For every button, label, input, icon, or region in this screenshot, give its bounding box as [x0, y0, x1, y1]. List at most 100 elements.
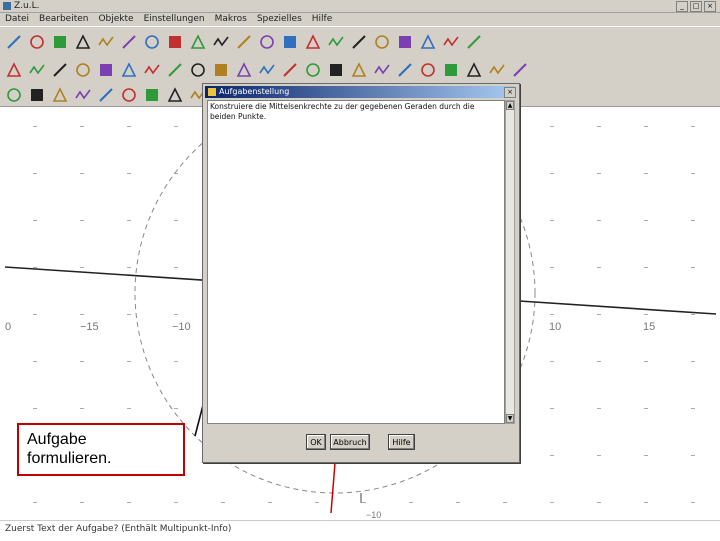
magic-icon[interactable] [418, 32, 438, 52]
open-file-icon[interactable] [27, 32, 47, 52]
parallel-icon[interactable] [165, 60, 185, 80]
quadrilateral-icon[interactable] [418, 60, 438, 80]
ok-button[interactable]: OK [306, 434, 326, 450]
grid-dot [644, 267, 648, 268]
minimize-button[interactable]: _ [676, 1, 688, 12]
triangle2-icon[interactable] [50, 85, 70, 105]
cancel-button[interactable]: Abbruch [330, 434, 370, 450]
dialog-scrollbar[interactable]: ▲ ▼ [505, 100, 515, 424]
dialog-close-button[interactable]: × [504, 87, 516, 98]
settings-icon[interactable] [510, 60, 530, 80]
menu-objekte[interactable]: Objekte [98, 13, 133, 26]
clipboard-icon[interactable] [234, 32, 254, 52]
palette-icon[interactable] [441, 32, 461, 52]
zoom-icon[interactable] [372, 32, 392, 52]
grid-dot [550, 314, 554, 315]
equation-icon[interactable] [395, 60, 415, 80]
line-tool-icon[interactable] [73, 85, 93, 105]
menu-einstellungen[interactable]: Einstellungen [144, 13, 205, 26]
polygon-fill-icon[interactable] [441, 60, 461, 80]
grid-dot [691, 220, 695, 221]
callout-box: Aufgabe formulieren. [17, 423, 185, 476]
undo-icon[interactable] [73, 32, 93, 52]
segment-icon[interactable] [27, 60, 47, 80]
triangle-icon[interactable] [27, 85, 47, 105]
paste-icon[interactable] [211, 32, 231, 52]
menu-bearbeiten[interactable]: Bearbeiten [39, 13, 88, 26]
grid-dot [503, 502, 507, 503]
intersection-icon[interactable] [188, 60, 208, 80]
app-icon [3, 2, 11, 10]
task-text-area[interactable]: Konstruiere die Mittelsenkrechte zu der … [207, 100, 505, 424]
color-fill-icon[interactable] [165, 32, 185, 52]
info-icon[interactable] [464, 32, 484, 52]
curve-icon[interactable] [349, 60, 369, 80]
scroll-up-icon[interactable]: ▲ [506, 101, 514, 110]
grid-dot [127, 361, 131, 362]
save-icon[interactable] [50, 32, 70, 52]
hatch-icon[interactable] [188, 32, 208, 52]
point-icon[interactable] [326, 32, 346, 52]
diagonal-icon[interactable] [96, 85, 116, 105]
circle-icon[interactable] [96, 60, 116, 80]
wrench-icon[interactable] [487, 60, 507, 80]
bezier-icon[interactable] [303, 60, 323, 80]
grid-dot [644, 220, 648, 221]
angle-icon[interactable] [395, 32, 415, 52]
grid-dot [268, 502, 272, 503]
circle-tool-icon[interactable] [165, 85, 185, 105]
red-axis-segment [330, 462, 336, 514]
grid-dot [33, 502, 37, 503]
grid-dot [33, 408, 37, 409]
grid-dot [550, 361, 554, 362]
circle3-icon[interactable] [119, 60, 139, 80]
scroll-down-icon[interactable]: ▼ [506, 414, 514, 423]
menu-makros[interactable]: Makros [215, 13, 247, 26]
grid-dot [691, 126, 695, 127]
arrows-icon[interactable] [280, 32, 300, 52]
new-file-icon[interactable] [4, 32, 24, 52]
status-bar: Zuerst Text der Aufgabe? (Enthält Multip… [0, 520, 720, 541]
grid-dot [80, 220, 84, 221]
line-style-icon[interactable] [349, 32, 369, 52]
help-button[interactable]: Hilfe [388, 434, 415, 450]
grid-dot [597, 408, 601, 409]
window-title: Z.u.L. [14, 1, 40, 11]
point-tool-icon[interactable] [4, 60, 24, 80]
grid-dot [127, 173, 131, 174]
menu-hilfe[interactable]: Hilfe [312, 13, 332, 26]
grid-dot [127, 267, 131, 268]
grid-dot [127, 126, 131, 127]
black-square-icon[interactable] [303, 32, 323, 52]
grid-dot [550, 267, 554, 268]
x-tick-label: 0 [5, 321, 11, 333]
grid-dot [550, 408, 554, 409]
grid-dot [33, 361, 37, 362]
text-icon[interactable] [464, 60, 484, 80]
x-icon[interactable] [142, 85, 162, 105]
grid-dot [691, 267, 695, 268]
menu-spezielles[interactable]: Spezielles [257, 13, 302, 26]
grid-dot [691, 455, 695, 456]
menu-datei[interactable]: Datei [5, 13, 29, 26]
function-icon[interactable] [257, 32, 277, 52]
perpendicular-icon[interactable] [211, 60, 231, 80]
polygon-icon[interactable] [257, 60, 277, 80]
arc-icon[interactable] [326, 60, 346, 80]
close-window-button[interactable]: × [704, 1, 716, 12]
ray-icon[interactable] [73, 60, 93, 80]
redo-icon[interactable] [119, 32, 139, 52]
point-on-icon[interactable] [4, 85, 24, 105]
x-tick-label: 15 [643, 321, 655, 333]
delete-icon[interactable] [96, 32, 116, 52]
line-icon[interactable] [50, 60, 70, 80]
maximize-button[interactable]: □ [690, 1, 702, 12]
film-icon[interactable] [372, 60, 392, 80]
y-tick-label: −10 [366, 510, 381, 520]
midpoint-icon[interactable] [234, 60, 254, 80]
x-tick-label: −10 [172, 321, 191, 333]
circle-center-icon[interactable] [142, 60, 162, 80]
cross-icon[interactable] [119, 85, 139, 105]
hammer-icon[interactable] [142, 32, 162, 52]
angle-tool-icon[interactable] [280, 60, 300, 80]
